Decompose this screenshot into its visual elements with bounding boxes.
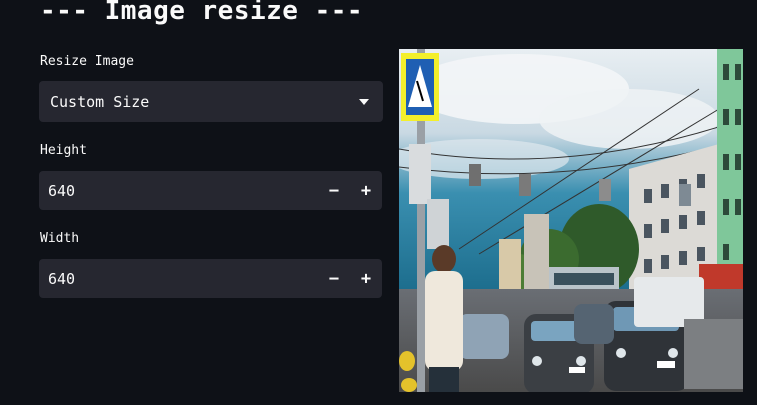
height-number-input: 640 − + bbox=[39, 171, 382, 210]
height-decrement-button[interactable]: − bbox=[318, 171, 350, 210]
width-number-input: 640 − + bbox=[39, 259, 382, 298]
resize-mode-select[interactable]: Custom Size bbox=[39, 81, 383, 122]
height-increment-button[interactable]: + bbox=[350, 171, 382, 210]
width-label: Width bbox=[40, 231, 80, 246]
caret-down-icon bbox=[359, 99, 369, 105]
height-input[interactable]: 640 bbox=[39, 182, 318, 200]
width-increment-button[interactable]: + bbox=[350, 259, 382, 298]
width-decrement-button[interactable]: − bbox=[318, 259, 350, 298]
height-label: Height bbox=[40, 143, 87, 158]
page-title: --- Image resize --- bbox=[40, 0, 364, 26]
resize-image-label: Resize Image bbox=[40, 54, 134, 69]
resized-image-preview bbox=[399, 49, 743, 392]
image-resize-page: --- Image resize --- Resize Image Custom… bbox=[0, 0, 757, 405]
width-input[interactable]: 640 bbox=[39, 270, 318, 288]
resize-mode-selected-value: Custom Size bbox=[50, 92, 150, 111]
